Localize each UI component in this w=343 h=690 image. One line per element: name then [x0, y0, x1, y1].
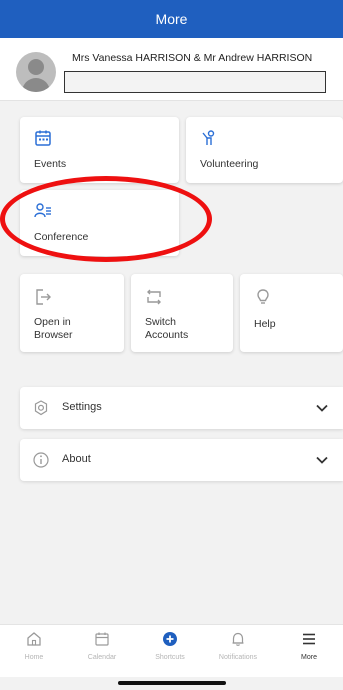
info-icon — [33, 452, 49, 468]
profile-section[interactable]: Mrs Vanessa HARRISON & Mr Andrew HARRISO… — [0, 38, 343, 101]
about-row[interactable]: About — [20, 439, 343, 481]
gear-icon — [34, 400, 48, 416]
home-icon — [27, 632, 41, 646]
open-in-browser-card[interactable]: Open in Browser — [20, 274, 124, 352]
profile-name: Mrs Vanessa HARRISON & Mr Andrew HARRISO… — [72, 52, 313, 64]
switch-accounts-label-2: Accounts — [145, 329, 189, 341]
help-label: Help — [254, 318, 276, 330]
switch-accounts-label-1: Switch — [145, 316, 176, 328]
tab-home[interactable]: Home — [0, 631, 68, 661]
settings-row[interactable]: Settings — [20, 387, 343, 429]
settings-label: Settings — [62, 401, 102, 413]
redacted-account-field — [64, 71, 326, 93]
volunteering-card[interactable]: Volunteering — [186, 117, 343, 183]
volunteering-label: Volunteering — [200, 158, 259, 170]
conference-card[interactable]: Conference — [20, 190, 179, 256]
help-card[interactable]: Help — [240, 274, 343, 352]
hamburger-menu-icon — [303, 633, 315, 645]
tab-notifications[interactable]: Notifications — [204, 631, 272, 661]
switch-icon — [147, 289, 161, 305]
calendar-icon — [95, 632, 109, 646]
events-card[interactable]: Events — [20, 117, 179, 183]
tab-calendar[interactable]: Calendar — [68, 631, 136, 661]
tab-more[interactable]: More — [275, 631, 343, 661]
conference-label: Conference — [34, 231, 89, 243]
chevron-down-icon — [316, 456, 328, 464]
tab-shortcuts-label: Shortcuts — [155, 654, 185, 661]
volunteer-icon — [202, 130, 215, 145]
external-link-icon — [36, 289, 51, 305]
chevron-down-icon — [316, 404, 328, 412]
page-title: More — [155, 11, 188, 27]
tab-calendar-label: Calendar — [87, 654, 117, 661]
bell-icon — [232, 632, 244, 646]
lightbulb-icon — [257, 289, 269, 304]
bottom-tab-bar: Home Calendar Shortcuts Notifications Mo… — [0, 624, 343, 677]
switch-accounts-card[interactable]: Switch Accounts — [131, 274, 233, 352]
tab-home-label: Home — [24, 654, 44, 661]
open-in-browser-label-2: Browser — [34, 329, 73, 341]
calendar-icon — [35, 130, 51, 146]
header-bar: More — [0, 0, 343, 38]
conference-icon — [34, 203, 51, 218]
tab-shortcuts[interactable]: Shortcuts — [136, 631, 204, 661]
plus-circle-icon — [163, 632, 177, 646]
open-in-browser-label-1: Open in — [34, 316, 71, 328]
events-label: Events — [34, 158, 67, 170]
about-label: About — [62, 453, 91, 465]
tab-notifications-label: Notifications — [218, 654, 258, 661]
avatar — [16, 52, 56, 92]
home-indicator — [118, 681, 226, 685]
tab-more-label: More — [301, 654, 317, 661]
